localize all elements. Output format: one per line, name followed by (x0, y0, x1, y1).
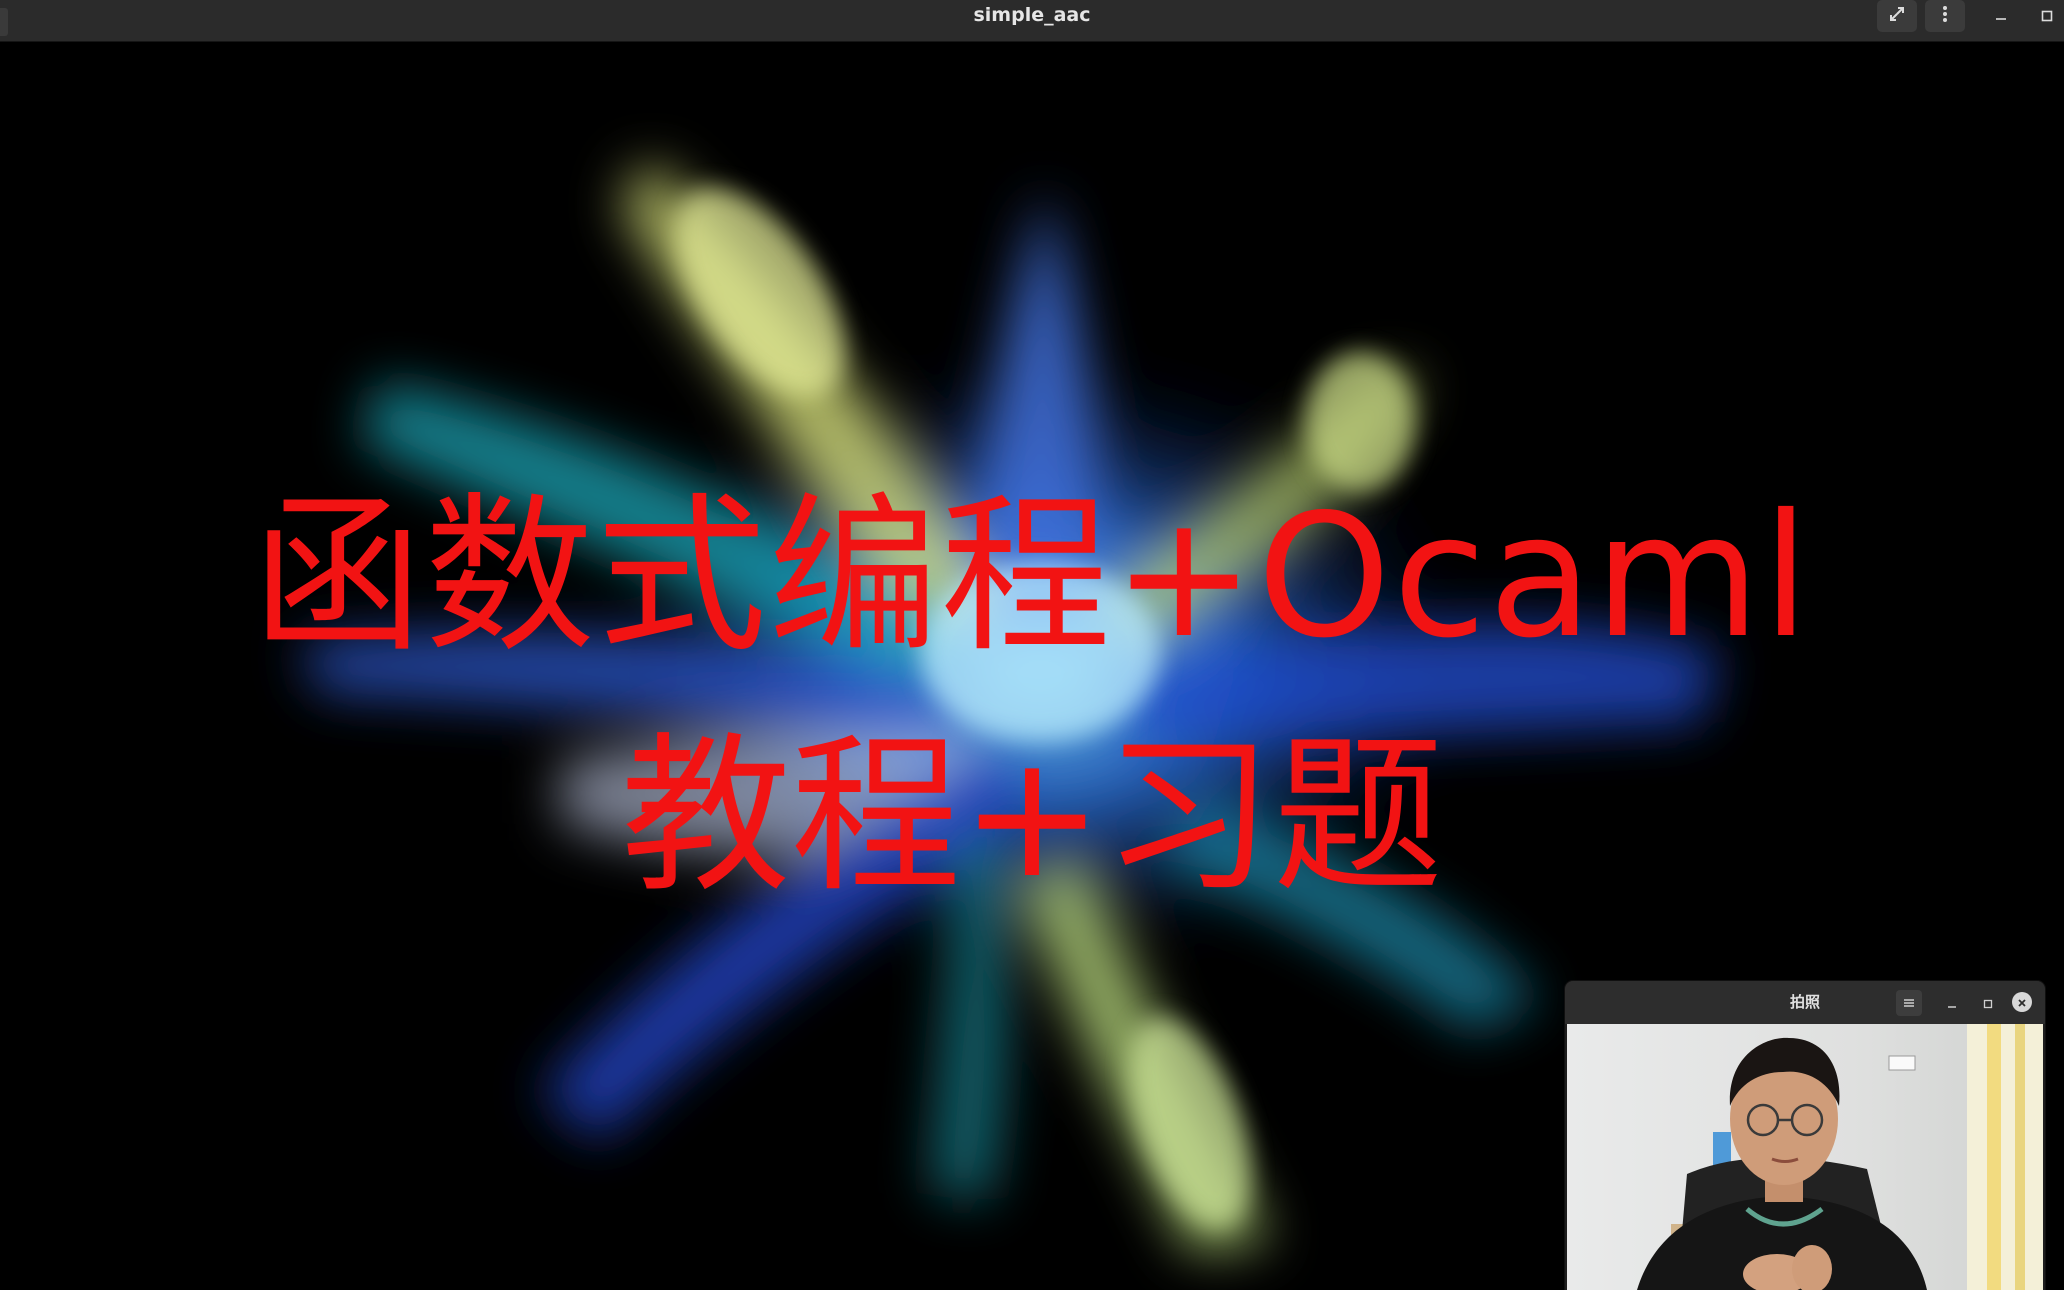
fullscreen-icon (1888, 5, 1906, 27)
maximize-icon (1983, 994, 1993, 1013)
close-icon (2017, 993, 2027, 1012)
kebab-menu-icon (1942, 5, 1948, 27)
minimize-button[interactable] (1981, 0, 2021, 32)
window-title: simple_aac (973, 4, 1091, 26)
minimize-icon (1995, 7, 2007, 26)
webcam-person-image (1567, 1024, 2043, 1290)
maximize-icon (2041, 7, 2053, 26)
camera-feed (1567, 1024, 2043, 1290)
camera-window[interactable]: 拍照 (1565, 981, 2045, 1290)
camera-maximize-button[interactable] (1975, 990, 2001, 1016)
camera-window-title: 拍照 (1789, 993, 1820, 1011)
maximize-button[interactable] (2029, 0, 2064, 32)
camera-minimize-button[interactable] (1939, 990, 1965, 1016)
window-titlebar[interactable]: simple_aac (0, 0, 2064, 42)
camera-menu-button[interactable] (1896, 990, 1922, 1016)
camera-close-button[interactable] (2012, 992, 2032, 1012)
hamburger-menu-icon (1903, 994, 1915, 1013)
fullscreen-button[interactable] (1877, 0, 1917, 32)
camera-window-titlebar[interactable]: 拍照 (1565, 981, 2045, 1024)
slide-title-line-2: 教程+习题 (620, 718, 1444, 916)
menu-button[interactable] (1925, 0, 1965, 32)
slide-title-line-1: 函数式编程+Ocaml (252, 478, 1812, 676)
minimize-icon (1947, 994, 1957, 1013)
